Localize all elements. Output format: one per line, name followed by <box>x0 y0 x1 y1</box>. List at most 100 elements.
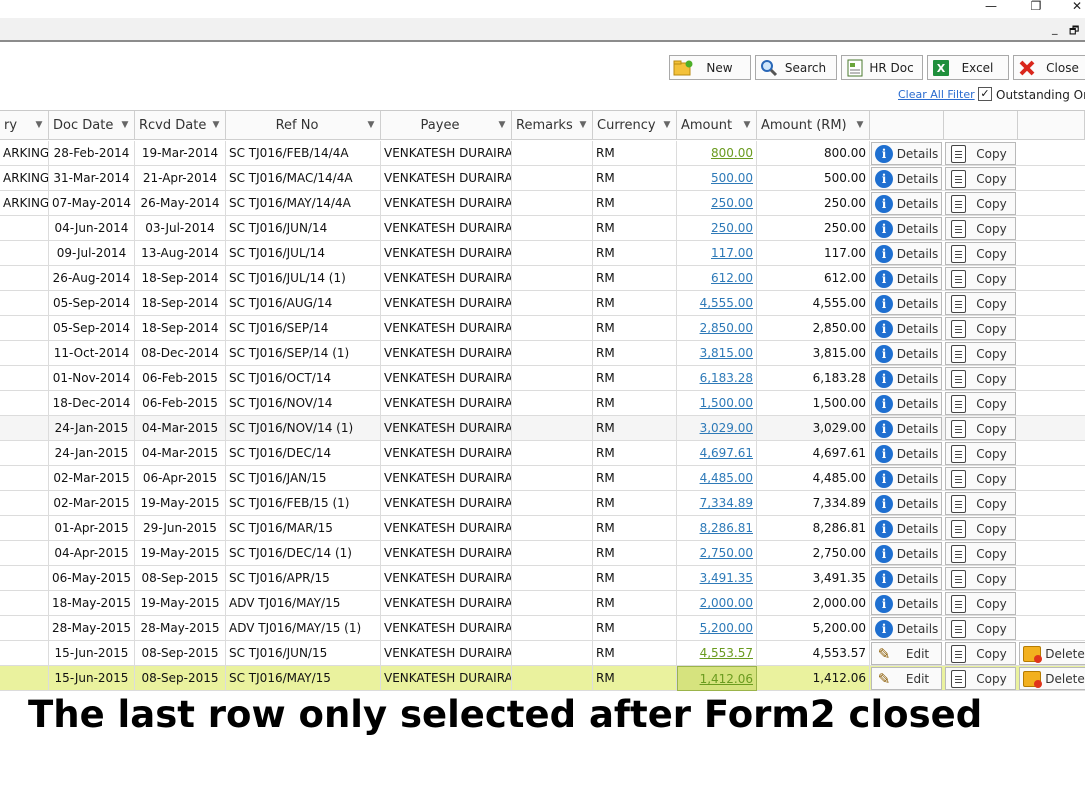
amount-link[interactable]: 2,000.00 <box>700 596 753 610</box>
copy-button[interactable]: Copy <box>945 242 1016 265</box>
amount-link[interactable]: 1,500.00 <box>700 396 753 410</box>
details-button[interactable]: i Details <box>871 342 942 365</box>
details-button[interactable]: i Details <box>871 392 942 415</box>
details-button[interactable]: i Details <box>871 142 942 165</box>
amount-link[interactable]: 4,485.00 <box>700 471 753 485</box>
filter-icon[interactable]: ▼ <box>495 120 509 130</box>
table-row[interactable]: 06-May-2015 08-Sep-2015 SC TJ016/APR/15 VEN… <box>0 566 1085 591</box>
copy-button[interactable]: Copy <box>945 317 1016 340</box>
details-button[interactable]: i Details <box>871 517 942 540</box>
details-button[interactable]: i Details <box>871 567 942 590</box>
copy-button[interactable]: Copy <box>945 167 1016 190</box>
amount-link[interactable]: 7,334.89 <box>700 496 753 510</box>
clear-all-filter-link[interactable]: Clear All Filter <box>898 88 975 101</box>
amount-link[interactable]: 4,697.61 <box>700 446 753 460</box>
amount-link[interactable]: 8,286.81 <box>700 521 753 535</box>
details-button[interactable]: i Details <box>871 192 942 215</box>
copy-button[interactable]: Copy <box>945 667 1016 690</box>
close-window-button[interactable]: ✕ <box>1066 0 1085 14</box>
amount-link[interactable]: 117.00 <box>711 246 753 260</box>
details-button[interactable]: i Details <box>871 267 942 290</box>
table-row[interactable]: 05-Sep-2014 18-Sep-2014 SC TJ016/SEP/14 VEN… <box>0 316 1085 341</box>
cell-amount[interactable]: 3,029.00 <box>677 416 757 441</box>
table-row[interactable]: 04-Jun-2014 03-Jul-2014 SC TJ016/JUN/14 VEN… <box>0 216 1085 241</box>
amount-link[interactable]: 250.00 <box>711 221 753 235</box>
table-row[interactable]: 05-Sep-2014 18-Sep-2014 SC TJ016/AUG/14 VEN… <box>0 291 1085 316</box>
filter-icon[interactable]: ▼ <box>576 120 590 130</box>
cell-amount[interactable]: 2,850.00 <box>677 316 757 341</box>
amount-link[interactable]: 3,491.35 <box>700 571 753 585</box>
filter-icon[interactable]: ▼ <box>209 120 223 130</box>
details-button[interactable]: i Details <box>871 542 942 565</box>
copy-button[interactable]: Copy <box>945 367 1016 390</box>
copy-button[interactable]: Copy <box>945 617 1016 640</box>
table-row[interactable]: 01-Apr-2015 29-Jun-2015 SC TJ016/MAR/15 VEN… <box>0 516 1085 541</box>
amount-link[interactable]: 250.00 <box>711 196 753 210</box>
column-header-rcvd-date[interactable]: Rcvd Date ▼ <box>135 111 226 140</box>
outstanding-only-checkbox[interactable]: ✓ <box>978 87 992 101</box>
cell-amount[interactable]: 117.00 <box>677 241 757 266</box>
filter-icon[interactable]: ▼ <box>660 120 674 130</box>
details-button[interactable]: i Details <box>871 217 942 240</box>
copy-button[interactable]: Copy <box>945 267 1016 290</box>
column-header-ref-no[interactable]: Ref No ▼ <box>226 111 381 140</box>
cell-amount[interactable]: 2,750.00 <box>677 541 757 566</box>
table-row[interactable]: 11-Oct-2014 08-Dec-2014 SC TJ016/SEP/14 (1… <box>0 341 1085 366</box>
amount-link[interactable]: 1,412.06 <box>700 672 753 686</box>
table-row[interactable]: 01-Nov-2014 06-Feb-2015 SC TJ016/OCT/14 VEN… <box>0 366 1085 391</box>
cell-amount[interactable]: 1,412.06 <box>677 666 757 691</box>
copy-button[interactable]: Copy <box>945 592 1016 615</box>
amount-link[interactable]: 3,029.00 <box>700 421 753 435</box>
cell-amount[interactable]: 7,334.89 <box>677 491 757 516</box>
amount-link[interactable]: 2,750.00 <box>700 546 753 560</box>
copy-button[interactable]: Copy <box>945 542 1016 565</box>
cell-amount[interactable]: 500.00 <box>677 166 757 191</box>
column-header-status[interactable]: ry ▼ <box>0 111 49 140</box>
copy-button[interactable]: Copy <box>945 567 1016 590</box>
table-row[interactable]: 18-May-2015 19-May-2015 ADV TJ016/MAY/15 VE… <box>0 591 1085 616</box>
minimize-button[interactable]: — <box>980 0 1002 14</box>
copy-button[interactable]: Copy <box>945 492 1016 515</box>
copy-button[interactable]: Copy <box>945 142 1016 165</box>
copy-button[interactable]: Copy <box>945 392 1016 415</box>
table-row[interactable]: 04-Apr-2015 19-May-2015 SC TJ016/DEC/14 (1… <box>0 541 1085 566</box>
amount-link[interactable]: 2,850.00 <box>700 321 753 335</box>
table-row[interactable]: 02-Mar-2015 06-Apr-2015 SC TJ016/JAN/15 VEN… <box>0 466 1085 491</box>
copy-button[interactable]: Copy <box>945 517 1016 540</box>
copy-button[interactable]: Copy <box>945 642 1016 665</box>
details-button[interactable]: i Details <box>871 242 942 265</box>
new-button[interactable]: New <box>669 55 751 80</box>
cell-amount[interactable]: 4,555.00 <box>677 291 757 316</box>
details-button[interactable]: i Details <box>871 317 942 340</box>
filter-icon[interactable]: ▼ <box>118 120 132 130</box>
copy-button[interactable]: Copy <box>945 417 1016 440</box>
details-button[interactable]: i Details <box>871 417 942 440</box>
restore-button[interactable]: ❐ <box>1025 0 1047 14</box>
cell-amount[interactable]: 250.00 <box>677 191 757 216</box>
cell-amount[interactable]: 3,491.35 <box>677 566 757 591</box>
amount-link[interactable]: 3,815.00 <box>700 346 753 360</box>
copy-button[interactable]: Copy <box>945 442 1016 465</box>
details-button[interactable]: i Details <box>871 167 942 190</box>
cell-amount[interactable]: 8,286.81 <box>677 516 757 541</box>
amount-link[interactable]: 4,553.57 <box>700 646 753 660</box>
table-row-selected[interactable]: 15-Jun-2015 08-Sep-2015 SC TJ016/MAY/15 VEN… <box>0 666 1085 691</box>
filter-icon[interactable]: ▼ <box>740 120 754 130</box>
filter-icon[interactable]: ▼ <box>853 120 867 130</box>
cell-amount[interactable]: 6,183.28 <box>677 366 757 391</box>
search-button[interactable]: Search <box>755 55 837 80</box>
column-header-currency[interactable]: Currency ▼ <box>593 111 677 140</box>
column-header-remarks[interactable]: Remarks ▼ <box>512 111 593 140</box>
details-button[interactable]: i Details <box>871 492 942 515</box>
copy-button[interactable]: Copy <box>945 342 1016 365</box>
mdi-minimize-button[interactable]: _ <box>1052 22 1058 35</box>
hr-doc-button[interactable]: HR Doc <box>841 55 923 80</box>
table-row[interactable]: 09-Jul-2014 13-Aug-2014 SC TJ016/JUL/14 VEN… <box>0 241 1085 266</box>
filter-icon[interactable]: ▼ <box>32 120 46 130</box>
excel-button[interactable]: X Excel <box>927 55 1009 80</box>
table-row[interactable]: 15-Jun-2015 08-Sep-2015 SC TJ016/JUN/15 VEN… <box>0 641 1085 666</box>
copy-button[interactable]: Copy <box>945 217 1016 240</box>
details-button[interactable]: i Details <box>871 442 942 465</box>
delete-button[interactable]: Delete <box>1019 667 1085 690</box>
cell-amount[interactable]: 4,553.57 <box>677 641 757 666</box>
